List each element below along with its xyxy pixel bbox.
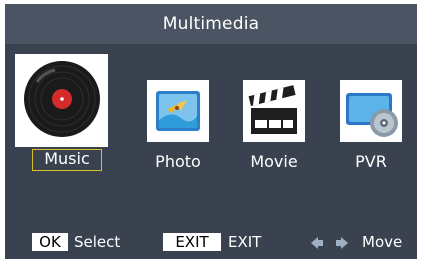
menu-item-pvr[interactable] xyxy=(340,80,402,142)
menu-item-music-label: Music xyxy=(32,149,102,171)
arrow-left-icon xyxy=(310,235,324,249)
exit-key-badge: EXIT xyxy=(163,233,221,251)
ok-action-label: Select xyxy=(74,233,121,251)
menu-item-pvr-label: PVR xyxy=(355,152,387,171)
music-vinyl-icon xyxy=(15,54,108,147)
menu-item-music[interactable] xyxy=(15,54,108,147)
menu-item-movie-label: Movie xyxy=(250,152,298,171)
exit-action-label: EXIT xyxy=(228,233,262,251)
menu-item-photo[interactable] xyxy=(147,80,209,142)
ok-key-badge: OK xyxy=(32,233,68,251)
multimedia-screen: Multimedia Music Photo Movie PVR OK Sele… xyxy=(5,4,417,259)
move-action-label: Move xyxy=(362,233,403,251)
arrow-right-icon xyxy=(335,235,349,249)
photo-icon xyxy=(147,80,209,142)
pvr-disc-icon xyxy=(340,80,402,142)
menu-item-photo-label: Photo xyxy=(155,152,201,171)
footer-hints: OK Select EXIT EXIT Move xyxy=(5,226,417,259)
movie-clapperboard-icon xyxy=(243,80,305,142)
menu-item-movie[interactable] xyxy=(243,80,305,142)
page-title: Multimedia xyxy=(5,4,417,44)
